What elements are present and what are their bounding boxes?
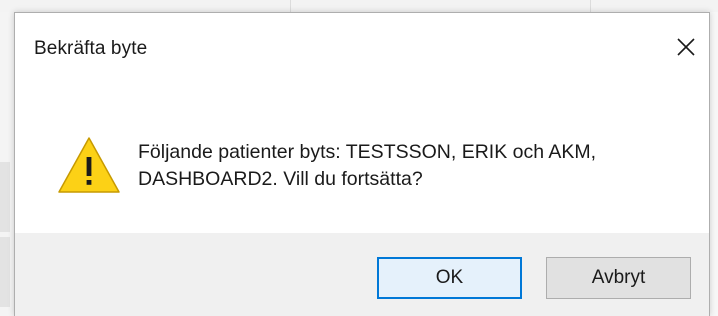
background-mark xyxy=(0,237,10,307)
background-window-right xyxy=(710,12,718,316)
close-button[interactable] xyxy=(663,27,709,67)
background-segment xyxy=(0,0,291,12)
background-mark xyxy=(0,162,10,232)
dialog-message: Följande patienter byts: TESTSSON, ERIK … xyxy=(138,139,678,193)
screen: Bekräfta byte Följande patienter byts: T… xyxy=(0,0,718,316)
close-icon xyxy=(677,38,695,56)
dialog-content: Följande patienter byts: TESTSSON, ERIK … xyxy=(15,79,709,233)
background-window-left xyxy=(0,12,14,316)
ok-button[interactable]: OK xyxy=(377,257,522,299)
message-line-1: Följande patienter byts: TESTSSON, ERIK … xyxy=(138,141,597,163)
background-segment xyxy=(290,0,591,12)
dialog-titlebar[interactable]: Bekräfta byte xyxy=(15,13,709,79)
dialog-title: Bekräfta byte xyxy=(34,38,148,59)
cancel-button[interactable]: Avbryt xyxy=(546,257,691,299)
dialog-footer: OK Avbryt xyxy=(15,233,709,316)
message-line-2: DASHBOARD2. Vill du fortsätta? xyxy=(138,168,423,190)
warning-icon xyxy=(58,137,120,193)
confirm-dialog: Bekräfta byte Följande patienter byts: T… xyxy=(14,12,710,316)
